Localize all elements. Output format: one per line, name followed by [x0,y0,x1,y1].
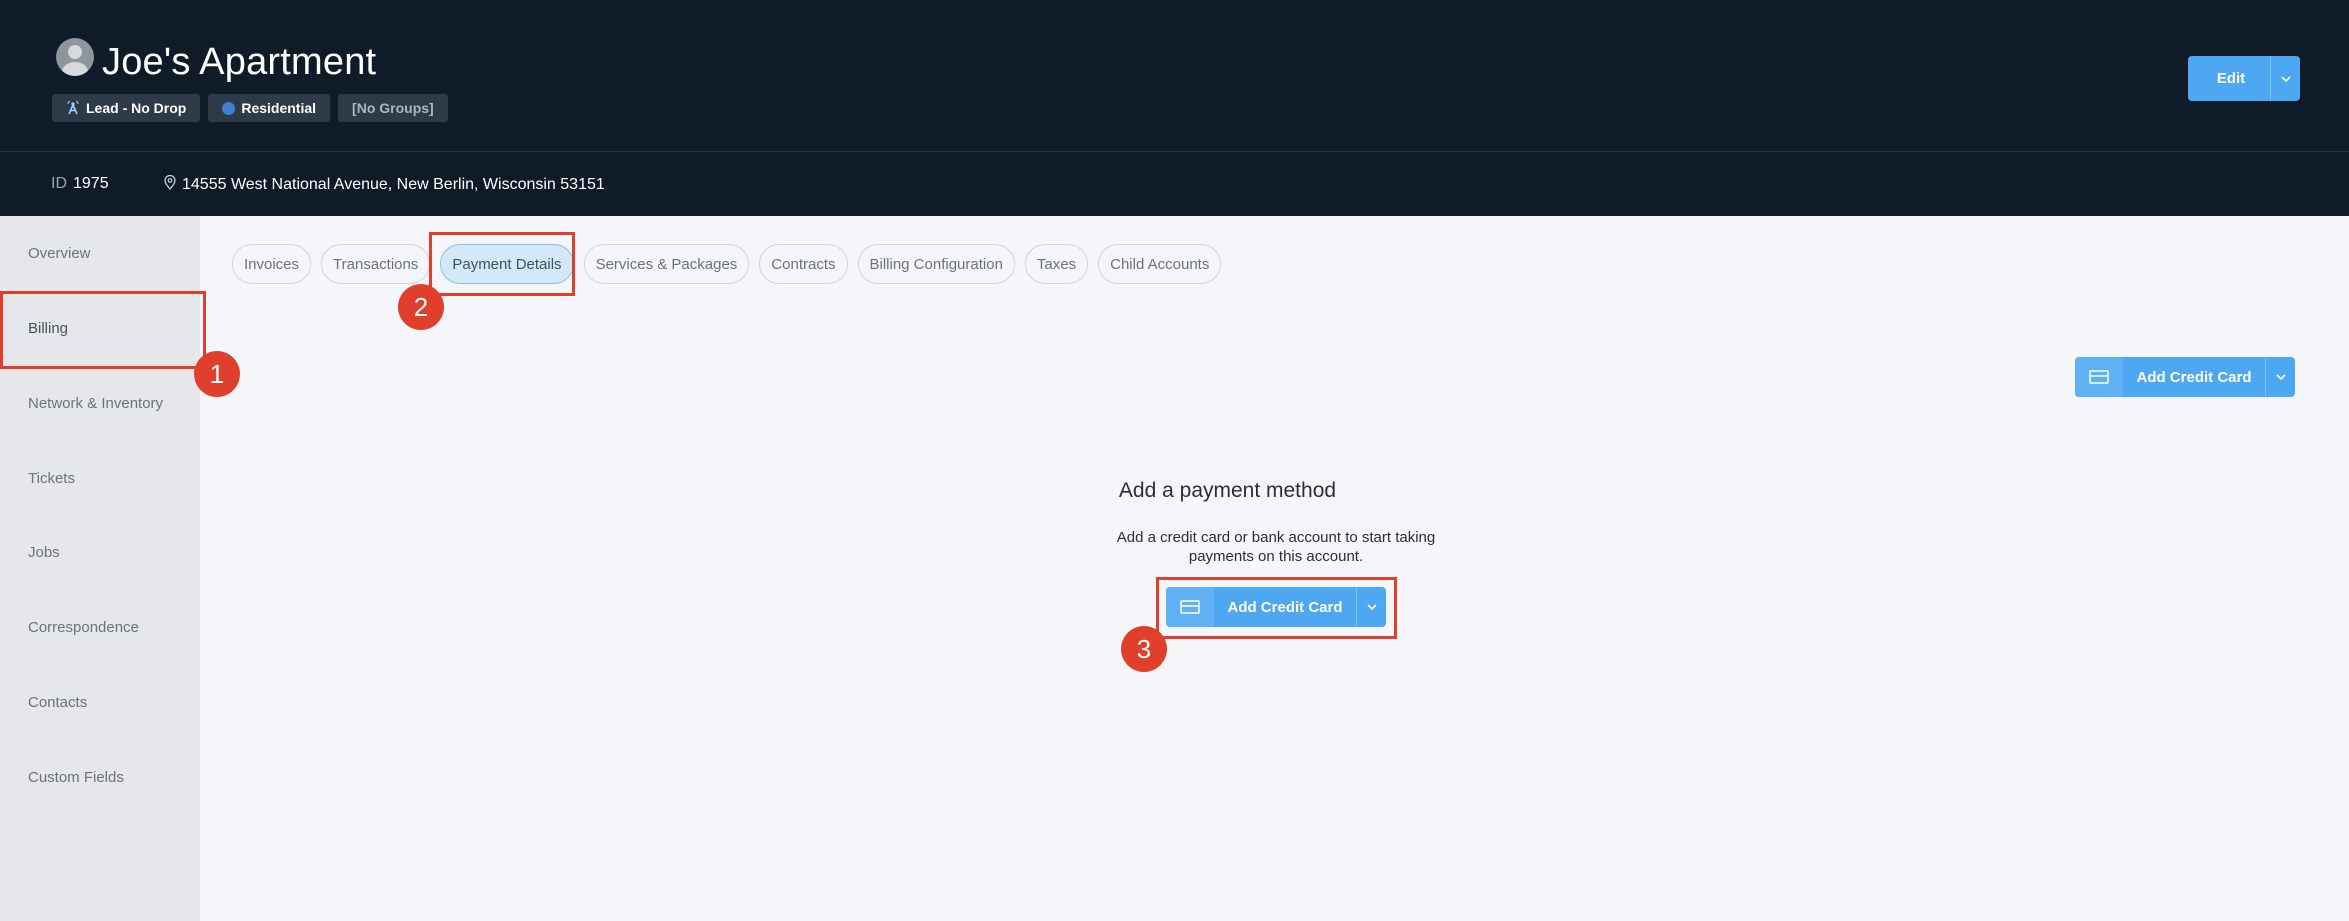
add-credit-card-button-top[interactable]: Add Credit Card [2075,357,2295,397]
tab-services-packages[interactable]: Services & Packages [583,244,750,284]
lead-tower-icon [66,101,80,115]
add-credit-card-label-top: Add Credit Card [2136,368,2252,386]
account-id: ID 1975 [51,175,109,193]
map-pin-icon [164,174,176,195]
tab-invoices[interactable]: Invoices [232,244,312,284]
status-badges: Lead - No Drop Residential [No Groups] [52,94,448,122]
account-header: Joe's Apartment Lead - No Drop Residenti… [0,0,2349,151]
empty-state-title: Add a payment method [1118,479,1337,502]
billing-tabs: Invoices Transactions Payment Details Se… [232,244,1222,284]
edit-button[interactable]: Edit [2188,56,2300,101]
sidebar-item-jobs[interactable]: Jobs [28,544,60,561]
tab-billing-configuration[interactable]: Billing Configuration [857,244,1015,284]
account-id-label: ID [51,175,67,192]
residential-dot-icon [222,101,236,115]
empty-state-description: Add a credit card or bank account to sta… [1116,529,1436,565]
account-id-value: 1975 [73,175,109,192]
annotation-highlight-payment-details [429,232,575,296]
annotation-marker-1: 1 [194,351,240,397]
groups-badge[interactable]: [No Groups] [338,94,448,122]
annotation-marker-2: 2 [398,284,444,330]
annotation-highlight-add-credit-card [1156,577,1397,639]
groups-label: [No Groups] [352,100,434,116]
lead-status-label: Lead - No Drop [86,100,187,116]
tab-taxes[interactable]: Taxes [1024,244,1089,284]
credit-card-icon [2075,357,2123,397]
account-address-text: 14555 West National Avenue, New Berlin, … [182,176,605,193]
sidebar-item-overview[interactable]: Overview [28,245,91,262]
page-title: Joe's Apartment [102,41,377,83]
sidebar-item-contacts[interactable]: Contacts [28,694,87,711]
annotation-marker-3: 3 [1121,626,1167,672]
annotation-highlight-billing [0,291,206,369]
tab-contracts[interactable]: Contracts [759,244,848,284]
sidebar-item-network-inventory[interactable]: Network & Inventory [28,395,163,412]
chevron-down-icon[interactable] [2265,357,2295,397]
sidebar-item-custom-fields[interactable]: Custom Fields [28,769,124,786]
account-type-badge[interactable]: Residential [208,94,331,122]
edit-button-label: Edit [2216,70,2246,87]
user-avatar-icon [56,38,94,76]
account-address[interactable]: 14555 West National Avenue, New Berlin, … [164,174,605,195]
chevron-down-icon[interactable] [2270,56,2300,101]
account-type-label: Residential [241,100,317,116]
tab-child-accounts[interactable]: Child Accounts [1098,244,1222,284]
lead-status-badge[interactable]: Lead - No Drop [52,94,201,122]
tab-transactions[interactable]: Transactions [321,244,431,284]
sidebar-item-correspondence[interactable]: Correspondence [28,619,139,636]
